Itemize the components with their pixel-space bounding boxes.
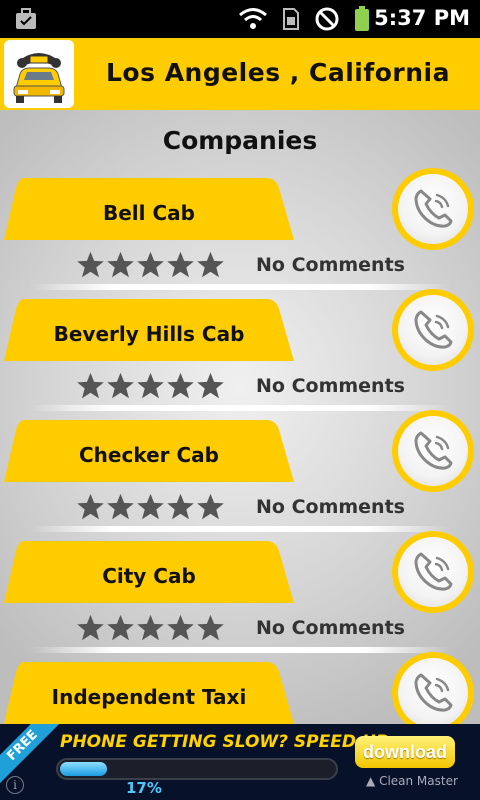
phone-icon <box>414 673 453 712</box>
company-name-tab[interactable]: Bell Cab <box>4 178 294 240</box>
row-divider <box>30 284 450 290</box>
ad-ribbon: FREE <box>0 724 62 785</box>
phone-icon <box>414 431 453 470</box>
call-button[interactable] <box>392 531 474 613</box>
ad-progress-fill <box>60 762 108 776</box>
company-row[interactable]: City Cab No Comments <box>0 531 480 662</box>
clean-master-icon: ▲ <box>366 774 376 788</box>
ad-progress-bar <box>56 758 338 780</box>
sim-icon <box>282 7 300 35</box>
ad-banner[interactable]: FREE PHONE GETTING SLOW? SPEED UP 17% do… <box>0 724 480 800</box>
company-row[interactable]: Independent Taxi <box>0 652 480 724</box>
comments-label[interactable]: No Comments <box>256 254 405 276</box>
row-divider <box>30 647 450 653</box>
company-name-tab[interactable]: Independent Taxi <box>4 662 294 724</box>
rating-stars <box>76 492 225 521</box>
company-name: Checker Cab <box>79 443 219 467</box>
ad-progress-label: 17% <box>126 779 162 797</box>
row-divider <box>30 405 450 411</box>
info-icon[interactable]: i <box>6 776 24 794</box>
call-button[interactable] <box>392 168 474 250</box>
star-icon <box>77 493 104 520</box>
star-icon <box>197 493 224 520</box>
star-icon <box>107 614 134 641</box>
row-divider <box>30 526 450 532</box>
battery-icon <box>354 6 370 36</box>
rating-stars <box>76 371 225 400</box>
star-icon <box>107 251 134 278</box>
comments-label[interactable]: No Comments <box>256 375 405 397</box>
section-title: Companies <box>162 126 318 155</box>
status-bar: 5:37 PM <box>0 0 480 38</box>
star-icon <box>197 251 224 278</box>
ad-brand: ▲ Clean Master <box>366 774 458 788</box>
ad-headline: PHONE GETTING SLOW? SPEED UP <box>60 732 389 752</box>
phone-icon <box>414 552 453 591</box>
company-name: Beverly Hills Cab <box>53 322 245 346</box>
star-icon <box>77 251 104 278</box>
star-icon <box>137 493 164 520</box>
call-button[interactable] <box>392 289 474 371</box>
star-icon <box>167 614 194 641</box>
call-button[interactable] <box>392 410 474 492</box>
company-name: City Cab <box>102 564 196 588</box>
company-name: Bell Cab <box>103 201 195 225</box>
company-name-tab[interactable]: Checker Cab <box>4 420 294 482</box>
rating-stars <box>76 250 225 279</box>
download-button[interactable]: download <box>355 736 455 768</box>
star-icon <box>197 614 224 641</box>
company-row[interactable]: Beverly Hills Cab No Comments <box>0 289 480 420</box>
star-icon <box>167 372 194 399</box>
company-list-screen: Companies Bell Cab No Comments Beverly H… <box>0 110 480 724</box>
company-name-tab[interactable]: Beverly Hills Cab <box>4 299 294 361</box>
star-icon <box>77 372 104 399</box>
do-not-disturb-icon <box>314 6 340 36</box>
company-row[interactable]: Checker Cab No Comments <box>0 410 480 541</box>
company-row[interactable]: Bell Cab No Comments <box>0 168 480 299</box>
wifi-icon <box>238 7 268 35</box>
star-icon <box>167 493 194 520</box>
star-icon <box>137 251 164 278</box>
star-icon <box>107 493 134 520</box>
company-name-tab[interactable]: City Cab <box>4 541 294 603</box>
app-header: Los Angeles , California <box>0 38 480 110</box>
star-icon <box>137 614 164 641</box>
rating-stars <box>76 613 225 642</box>
call-button[interactable] <box>392 652 474 724</box>
star-icon <box>137 372 164 399</box>
phone-icon <box>414 189 453 228</box>
star-icon <box>107 372 134 399</box>
page-title: Los Angeles , California <box>106 58 450 87</box>
star-icon <box>197 372 224 399</box>
star-icon <box>167 251 194 278</box>
taxi-phone-logo <box>4 40 74 108</box>
star-icon <box>77 614 104 641</box>
briefcase-icon <box>14 7 38 35</box>
comments-label[interactable]: No Comments <box>256 496 405 518</box>
clock: 5:37 PM <box>374 6 470 30</box>
company-name: Independent Taxi <box>51 685 247 709</box>
phone-icon <box>414 310 453 349</box>
comments-label[interactable]: No Comments <box>256 617 405 639</box>
